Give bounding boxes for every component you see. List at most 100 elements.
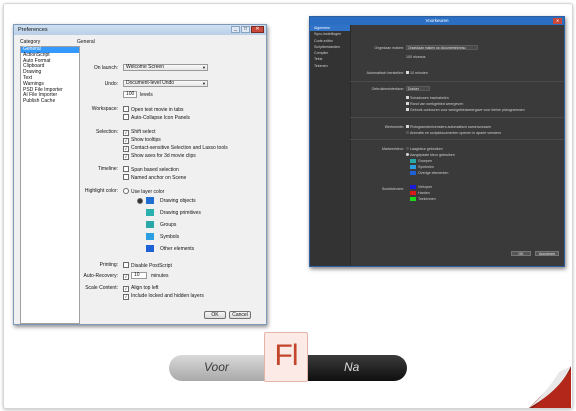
- autorecovery-checkbox[interactable]: ✓: [123, 273, 131, 280]
- custom-color-radio-nl[interactable]: Aangepaste kleur gebruiken: [406, 153, 455, 157]
- drawing-objects-swatch[interactable]: [146, 197, 154, 204]
- harden-swatch[interactable]: [410, 191, 416, 195]
- ok-button-nl[interactable]: OK: [511, 251, 531, 256]
- divider: [350, 139, 564, 140]
- new-window-title: Voorkeuren: [425, 18, 449, 23]
- groepen-swatch[interactable]: [410, 159, 416, 163]
- custom-color-radio[interactable]: [137, 198, 145, 205]
- disable-postscript-checkbox[interactable]: Disable PostScript: [123, 262, 172, 269]
- overige-label: Overige elementen: [418, 171, 449, 175]
- use-layer-color-radio[interactable]: Use layer color: [123, 188, 164, 195]
- auto-collapse-label: Auto-Collapse Icon Panels: [131, 115, 190, 121]
- old-window-controls: _ □ ✕: [231, 26, 264, 33]
- drawing-primitives-swatch[interactable]: [146, 209, 154, 216]
- show-tooltips-label: Show tooltips: [131, 137, 161, 143]
- layer-color-label-nl: Laagkleur gebruiken: [410, 147, 443, 151]
- outline-label-nl: Gebruik contouren voor werkgebiedweergav…: [410, 108, 525, 112]
- maximize-button[interactable]: □: [241, 26, 250, 33]
- undo-value: Document-level Undo: [126, 80, 175, 86]
- symbols-label: Symbols: [160, 234, 180, 240]
- autosave-checkbox-nl[interactable]: [406, 71, 409, 74]
- ok-button[interactable]: OK: [204, 311, 226, 319]
- disable-postscript-label: Disable PostScript: [131, 263, 172, 269]
- minimize-button[interactable]: _: [231, 26, 240, 33]
- named-anchor-checkbox[interactable]: Named anchor on Scene: [123, 174, 186, 181]
- auto-collapse-checkbox[interactable]: Auto-Collapse Icon Panels: [123, 114, 190, 121]
- separate-windows-checkbox-nl[interactable]: Animatie en scriptdocumenten openen in a…: [406, 131, 501, 135]
- undo-levels-nl: 100 niveaus: [406, 55, 426, 59]
- scrub-label-nl: Scrubkleuren:: [381, 187, 404, 191]
- symbolen-label: Symbolen: [418, 165, 434, 169]
- autorecovery-label: Auto-Recovery:: [83, 273, 118, 279]
- shift-select-checkbox[interactable]: ✓ Shift select: [123, 129, 155, 136]
- highlight-label: Highlight color:: [84, 188, 118, 194]
- collapse-panels-checkbox-nl[interactable]: Pictogramdeelvensters automatisch samenv…: [406, 125, 491, 129]
- before-label: Voor: [204, 360, 229, 374]
- show-tooltips-checkbox[interactable]: ✓ Show tooltips: [123, 137, 161, 144]
- other-elements-swatch[interactable]: [146, 245, 154, 252]
- harden-label: Harden: [418, 191, 430, 195]
- timeline-label: Timeline:: [97, 166, 118, 172]
- shift-select-label: Shift select: [131, 129, 156, 135]
- include-locked-label: Include locked and hidden layers: [131, 293, 204, 299]
- show-axes-checkbox[interactable]: ✓ Show axes for 3d movie clips: [123, 153, 196, 160]
- autosave-value-nl: 10 minuten: [406, 71, 428, 75]
- scale-content-label: Scale Content:: [85, 285, 118, 291]
- toekennen-swatch[interactable]: [410, 197, 416, 201]
- groups-swatch[interactable]: [146, 221, 154, 228]
- span-selection-checkbox[interactable]: Span based selection: [123, 166, 179, 173]
- on-launch-label: On launch:: [93, 65, 118, 71]
- on-launch-dropdown[interactable]: Welcome Screen ▼: [123, 64, 208, 71]
- toekennen-label: Toekennen: [418, 197, 436, 201]
- close-button[interactable]: ✕: [553, 18, 562, 24]
- divider: [350, 117, 564, 118]
- undo-dropdown-nl[interactable]: Ongedaan maken op documentniveau: [406, 45, 478, 50]
- drawing-objects-label: Drawing objects: [160, 198, 196, 204]
- align-top-left-label: Align top left: [131, 285, 159, 291]
- chevron-down-icon: ▼: [202, 65, 206, 70]
- chevron-down-icon: ▼: [202, 81, 206, 86]
- old-window-title: Preferences: [18, 27, 48, 33]
- preferences-dialog-new: Voorkeuren ✕ Algemeen Sync-instellingen …: [309, 16, 565, 267]
- category-item-publish-cache[interactable]: Publish Cache: [21, 98, 79, 105]
- flash-logo-icon: Fl: [264, 332, 308, 382]
- contact-sensitive-label: Contact-sensitive Selection and Lasso to…: [131, 145, 228, 151]
- workspace-label: Workspace:: [91, 106, 118, 112]
- include-locked-checkbox[interactable]: ✓ Include locked and hidden layers: [123, 293, 204, 300]
- symbolen-swatch[interactable]: [410, 165, 416, 169]
- stage-border-label-nl: Rand van werkgebied weergeven: [410, 102, 464, 106]
- layer-color-radio-nl[interactable]: Laagkleur gebruiken: [406, 147, 443, 151]
- span-selection-label: Span based selection: [131, 167, 179, 173]
- autorecovery-unit: minutes: [151, 273, 169, 279]
- groups-label: Groups: [160, 222, 177, 228]
- close-button[interactable]: ✕: [251, 26, 264, 33]
- category-list[interactable]: General ActionScript Auto Format Clipboa…: [20, 46, 80, 324]
- cancel-button-nl[interactable]: Annuleren: [535, 251, 559, 256]
- undo-dropdown[interactable]: Document-level Undo ▼: [123, 80, 208, 87]
- divider: [350, 81, 564, 82]
- stage-border-checkbox-nl[interactable]: Rand van werkgebied weergeven: [406, 102, 463, 106]
- named-anchor-label: Named anchor on Scene: [131, 175, 187, 181]
- autosave-text-nl: 10 minuten: [410, 71, 428, 75]
- overige-swatch[interactable]: [410, 171, 416, 175]
- custom-color-label-nl: Aangepaste kleur gebruiken: [410, 153, 455, 157]
- autorecovery-input[interactable]: 10: [131, 272, 147, 279]
- outline-checkbox-nl[interactable]: Gebruik contouren voor werkgebiedweergav…: [406, 108, 525, 112]
- sidebar-item-tekenen[interactable]: Tekenen: [310, 63, 350, 69]
- ui-theme-dropdown[interactable]: Donker: [406, 86, 430, 91]
- selection-label: Selection:: [96, 129, 118, 135]
- old-titlebar: Preferences _ □ ✕: [14, 25, 266, 35]
- verlopen-swatch[interactable]: [410, 185, 416, 189]
- contact-sensitive-checkbox[interactable]: ✓ Contact-sensitive Selection and Lasso t…: [123, 145, 228, 152]
- shadows-checkbox-nl[interactable]: Schaduwen inschakelen: [406, 96, 449, 100]
- undo-levels-unit: levels: [140, 92, 153, 98]
- ui-label-nl: Gebruikersinterface:: [371, 87, 404, 91]
- align-top-left-checkbox[interactable]: ✓ Align top left: [123, 285, 159, 292]
- undo-levels-input[interactable]: 100: [123, 91, 137, 98]
- symbols-swatch[interactable]: [146, 233, 154, 240]
- open-test-movie-checkbox[interactable]: Open test movie in tabs: [123, 106, 184, 113]
- category-header: Category: [20, 39, 41, 45]
- collapse-panels-label-nl: Pictogramdeelvensters automatisch samenv…: [410, 125, 492, 129]
- cancel-button[interactable]: Cancel: [229, 311, 251, 319]
- new-sidebar: Algemeen Sync-instellingen Code-editor S…: [310, 25, 351, 266]
